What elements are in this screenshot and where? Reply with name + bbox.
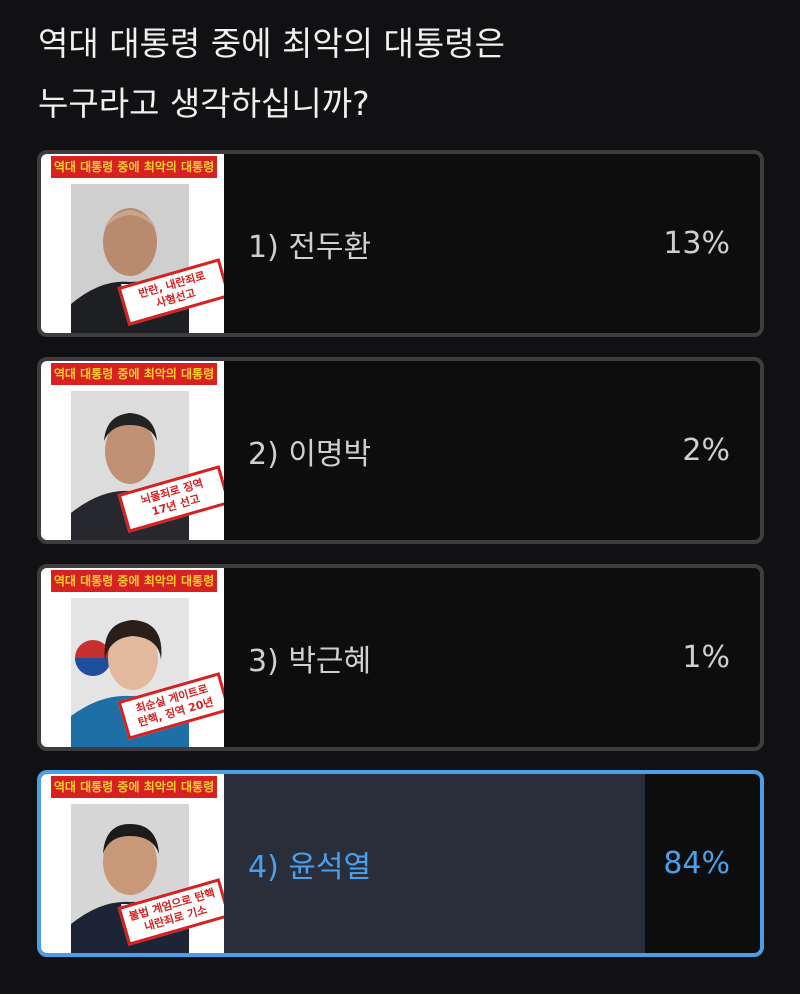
poll-option-2[interactable]: 역대 대통령 중에 최악의 대통령 뇌물죄로 징역 17년 선고 2) 이명박 …	[37, 357, 764, 544]
candidate-photo-card: 역대 대통령 중에 최악의 대통령 최순실 게이트로 탄핵, 징역 20년	[41, 568, 224, 747]
photo-banner: 역대 대통령 중에 최악의 대통령	[51, 776, 217, 798]
photo-banner: 역대 대통령 중에 최악의 대통령	[51, 156, 217, 178]
photo-banner: 역대 대통령 중에 최악의 대통령	[51, 363, 217, 385]
photo-banner: 역대 대통령 중에 최악의 대통령	[51, 570, 217, 592]
poll-option-4[interactable]: 역대 대통령 중에 최악의 대통령 불법 계엄으로 탄핵 내란죄로 기소 4) …	[37, 770, 764, 957]
poll-question: 역대 대통령 중에 최악의 대통령은 누구라고 생각하십니까?	[38, 14, 758, 134]
vote-percentage: 84%	[663, 846, 730, 881]
poll-option-3[interactable]: 역대 대통령 중에 최악의 대통령 최순실 게이트로 탄핵, 징역 20년 3)…	[37, 564, 764, 751]
candidate-name: 1) 전두환	[248, 229, 372, 265]
candidate-photo-card: 역대 대통령 중에 최악의 대통령 반란, 내란죄로 사형선고	[41, 154, 224, 333]
candidate-photo-card: 역대 대통령 중에 최악의 대통령 불법 계엄으로 탄핵 내란죄로 기소	[41, 774, 224, 953]
candidate-name: 2) 이명박	[248, 436, 372, 472]
vote-percentage: 13%	[663, 226, 730, 261]
poll-option-1[interactable]: 역대 대통령 중에 최악의 대통령 반란, 내란죄로 사형선고 1) 전두환 1…	[37, 150, 764, 337]
candidate-name: 3) 박근혜	[248, 643, 372, 679]
vote-percentage: 2%	[682, 433, 730, 468]
candidate-name: 4) 윤석열	[248, 849, 372, 885]
poll-question-line-1: 역대 대통령 중에 최악의 대통령은	[38, 24, 505, 63]
candidate-photo-card: 역대 대통령 중에 최악의 대통령 뇌물죄로 징역 17년 선고	[41, 361, 224, 540]
poll-question-line-2: 누구라고 생각하십니까?	[38, 84, 370, 123]
vote-percentage: 1%	[682, 640, 730, 675]
